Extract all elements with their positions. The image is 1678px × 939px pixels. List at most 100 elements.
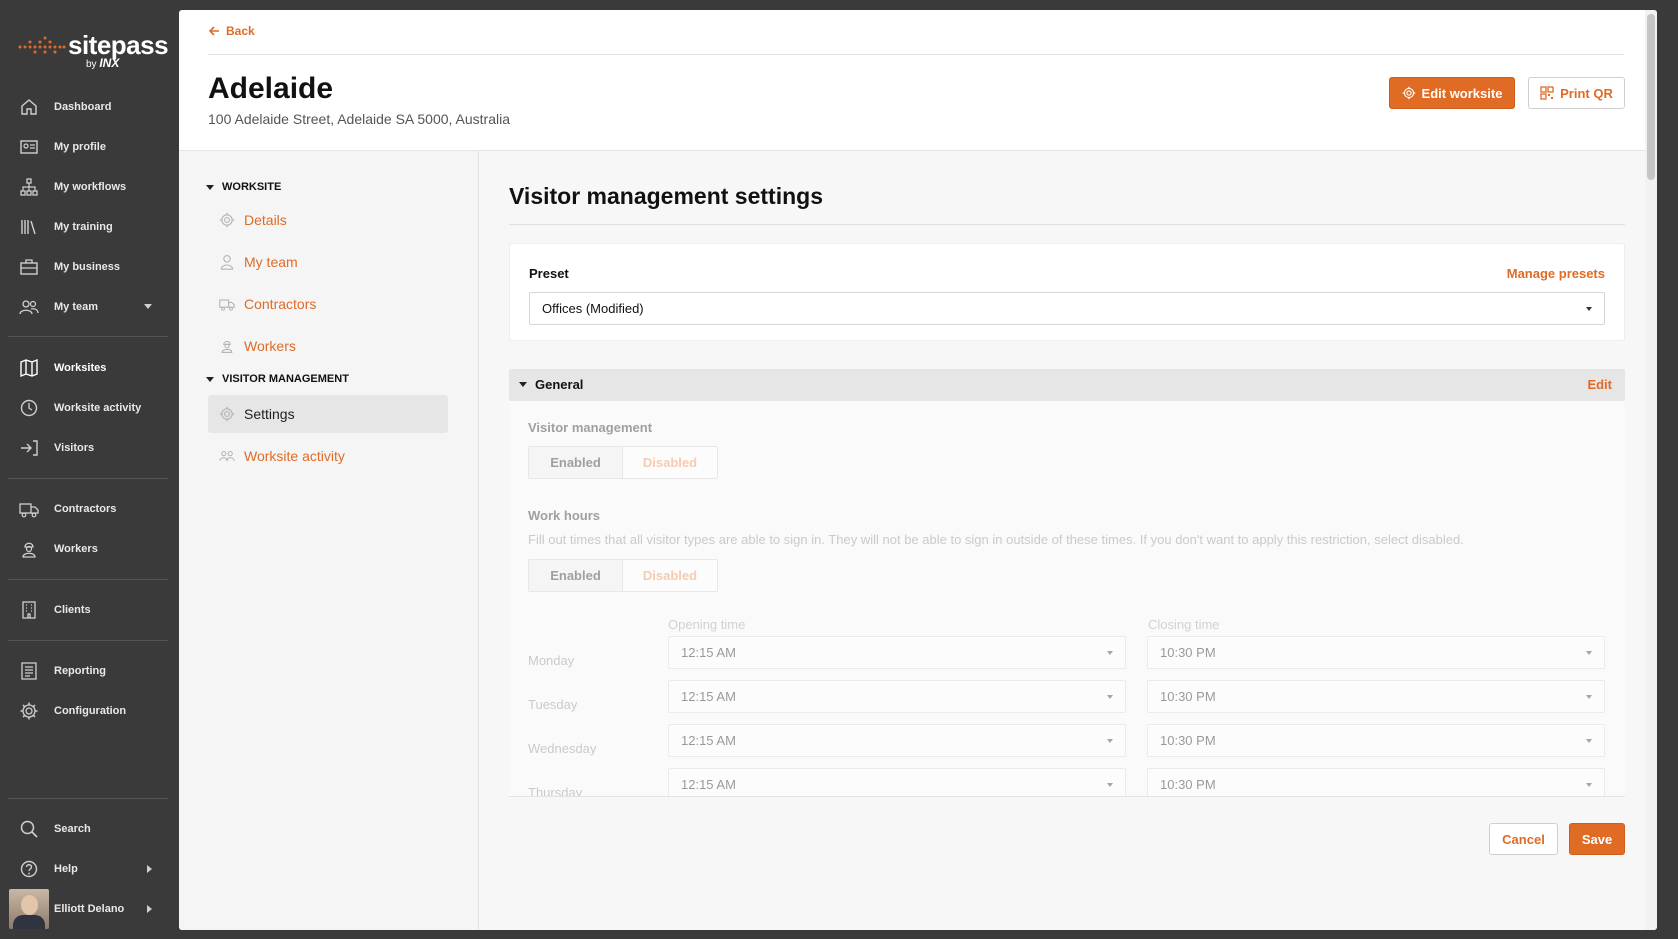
opening-time-header: Opening time (668, 617, 746, 632)
home-icon (21, 99, 37, 115)
truck-icon (219, 299, 235, 311)
arrow-left-icon (208, 26, 219, 36)
preset-select[interactable]: Offices (Modified) (529, 292, 1605, 325)
general-panel-body: Visitor management Enabled Disabled Work… (509, 401, 1625, 796)
opening-time-value: 12:15 AM (681, 777, 736, 792)
page-body: WORKSITE Details My team Contractors Wor… (179, 150, 1645, 930)
chevron-down-icon (1586, 739, 1592, 743)
back-link[interactable]: Back (208, 24, 255, 38)
chevron-down-icon (206, 184, 214, 190)
subnav-item-workers[interactable]: Workers (208, 327, 448, 365)
sidebar-divider (8, 640, 168, 641)
user-name: Elliott Delano (54, 903, 125, 915)
sidebar-item-workers[interactable]: Workers (8, 529, 168, 569)
vm-enabled-option[interactable]: Enabled (529, 447, 623, 478)
vm-disabled-option[interactable]: Disabled (623, 447, 717, 478)
user-menu[interactable]: Elliott Delano (48, 889, 168, 929)
opening-time-select[interactable]: 12:15 AM (668, 636, 1126, 669)
save-button[interactable]: Save (1569, 823, 1625, 855)
settings-content: Visitor management settings Preset Manag… (479, 151, 1645, 930)
closing-time-select[interactable]: 10:30 PM (1147, 768, 1605, 796)
sidebar-item-label: Workers (54, 543, 98, 555)
sidebar-item-worksite-activity[interactable]: Worksite activity (8, 388, 168, 428)
closing-time-value: 10:30 PM (1160, 733, 1216, 748)
building-icon (22, 601, 36, 619)
opening-time-select[interactable]: 12:15 AM (668, 724, 1126, 757)
general-panel-header[interactable]: General Edit (509, 369, 1625, 401)
sidebar-item-clients[interactable]: Clients (8, 590, 168, 630)
subnav-item-details[interactable]: Details (208, 201, 448, 239)
sidebar-item-my-team[interactable]: My team (8, 287, 168, 327)
section-worksite[interactable]: WORKSITE (206, 181, 281, 193)
print-qr-label: Print QR (1560, 85, 1613, 101)
sidebar-item-dashboard[interactable]: Dashboard (8, 87, 168, 127)
sidebar-item-configuration[interactable]: Configuration (8, 691, 168, 731)
subnav-item-contractors[interactable]: Contractors (208, 285, 448, 323)
user-icon (220, 255, 234, 270)
section-visitor-label: VISITOR MANAGEMENT (222, 373, 349, 385)
sidebar-item-reporting[interactable]: Reporting (8, 651, 168, 691)
subnav-item-label: Worksite activity (244, 448, 345, 464)
sidebar-item-visitors[interactable]: Visitors (8, 428, 168, 468)
gear-icon (219, 212, 235, 228)
page-title: Adelaide (208, 72, 334, 105)
subnav-item-my-team[interactable]: My team (208, 243, 448, 281)
gear-icon (1402, 86, 1415, 100)
preset-select-value: Offices (Modified) (542, 301, 644, 316)
chevron-down-icon (1107, 783, 1113, 787)
edit-worksite-button[interactable]: Edit worksite (1389, 77, 1515, 109)
general-edit-link[interactable]: Edit (1587, 377, 1612, 392)
section-visitor-management[interactable]: VISITOR MANAGEMENT (206, 373, 349, 385)
sidebar-item-my-workflows[interactable]: My workflows (8, 167, 168, 207)
sidebar-item-label: Worksite activity (54, 402, 142, 414)
day-label: Tuesday (528, 697, 578, 712)
work-hours-toggle[interactable]: Enabled Disabled (528, 559, 718, 592)
subnav-item-worksite-activity[interactable]: Worksite activity (208, 437, 448, 475)
help-icon (20, 860, 38, 878)
opening-time-select[interactable]: 12:15 AM (668, 768, 1126, 796)
sitepass-logo[interactable]: sitepass by INX (18, 28, 169, 70)
visitor-management-toggle[interactable]: Enabled Disabled (528, 446, 718, 479)
sidebar-item-search[interactable]: Search (8, 809, 168, 849)
chevron-down-icon (206, 376, 214, 382)
closing-time-select[interactable]: 10:30 PM (1147, 724, 1605, 757)
cancel-button[interactable]: Cancel (1489, 823, 1558, 855)
sidebar-item-label: My training (54, 221, 113, 233)
subnav-item-label: My team (244, 254, 298, 270)
chevron-right-icon (147, 905, 152, 913)
sidebar-item-my-profile[interactable]: My profile (8, 127, 168, 167)
closing-time-select[interactable]: 10:30 PM (1147, 680, 1605, 713)
wh-enabled-option[interactable]: Enabled (529, 560, 623, 591)
sidebar-item-my-business[interactable]: My business (8, 247, 168, 287)
sidebar-item-worksites[interactable]: Worksites (8, 348, 168, 388)
avatar[interactable] (9, 889, 49, 929)
print-qr-button[interactable]: Print QR (1528, 77, 1625, 109)
sidebar-item-contractors[interactable]: Contractors (8, 489, 168, 529)
worker-icon (22, 542, 36, 558)
subnav-item-settings[interactable]: Settings (208, 395, 448, 433)
sidebar-item-help[interactable]: Help (8, 849, 168, 889)
opening-time-select[interactable]: 12:15 AM (668, 680, 1126, 713)
sidebar-divider (8, 336, 168, 337)
briefcase-icon (20, 259, 38, 275)
wh-disabled-option[interactable]: Disabled (623, 560, 717, 591)
sidebar-item-label: Reporting (54, 665, 106, 677)
avatar-head (21, 895, 38, 915)
brand-byline: by INX (86, 56, 119, 70)
opening-time-value: 12:15 AM (681, 645, 736, 660)
truck-icon (19, 503, 39, 518)
section-divider (509, 224, 1625, 225)
sidebar-item-my-training[interactable]: My training (8, 207, 168, 247)
closing-time-select[interactable]: 10:30 PM (1147, 636, 1605, 669)
users-icon (219, 451, 235, 461)
sidebar: sitepass by INX Dashboard My profile My … (0, 0, 179, 939)
worksite-subnav: WORKSITE Details My team Contractors Wor… (179, 151, 479, 930)
sidebar-divider (8, 478, 168, 479)
qr-code-icon (1540, 86, 1554, 100)
scrollbar-thumb[interactable] (1647, 14, 1655, 180)
chevron-down-icon (144, 304, 152, 309)
manage-presets-link[interactable]: Manage presets (1507, 266, 1605, 281)
map-icon (20, 358, 38, 378)
avatar-shoulders (13, 915, 45, 929)
page-scrollbar[interactable] (1645, 10, 1657, 930)
